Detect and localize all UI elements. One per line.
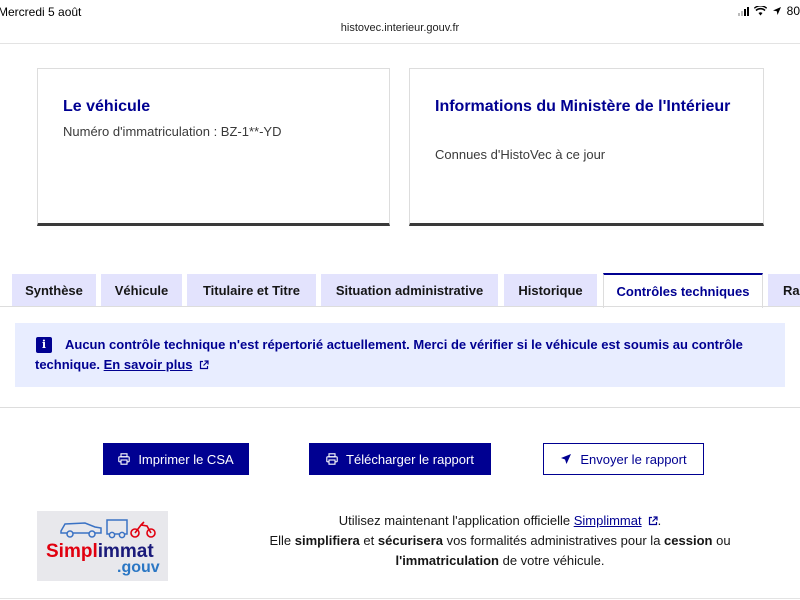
- download-report-button[interactable]: Télécharger le rapport: [309, 443, 491, 475]
- send-report-label: Envoyer le rapport: [580, 451, 687, 467]
- promo-text: ou: [716, 533, 731, 548]
- promo-text: Elle: [269, 533, 292, 548]
- promo-bold: cession: [664, 533, 713, 548]
- vehicle-card: Le véhicule Numéro d'immatriculation : B…: [37, 68, 390, 226]
- logo-gouv: .gouv: [117, 559, 160, 576]
- alert-message: Aucun contrôle technique n'est répertori…: [35, 335, 775, 375]
- status-time: Mercredi 5 août: [0, 5, 82, 19]
- promo-line-2: Elle simplifiera et sécurisera vos forma…: [230, 531, 770, 551]
- printer-icon: [326, 453, 338, 465]
- status-bar: Mercredi 5 août 80: [0, 0, 800, 22]
- tab-titulaire-titre[interactable]: Titulaire et Titre: [187, 274, 316, 307]
- card-title: Le véhicule: [63, 98, 151, 115]
- promo-line-1: Utilisez maintenant l'application offici…: [230, 511, 770, 531]
- send-report-button[interactable]: Envoyer le rapport: [543, 443, 704, 475]
- promo-bold: simplifiera: [294, 533, 360, 548]
- promo-text: de votre véhicule.: [502, 553, 605, 568]
- tab-historique[interactable]: Historique: [504, 274, 597, 307]
- external-link-icon: [199, 360, 209, 370]
- divider: [0, 43, 800, 44]
- print-csa-button[interactable]: Imprimer le CSA: [103, 443, 249, 475]
- vehicles-icon: [60, 519, 156, 539]
- tab-rapport[interactable]: Rap: [768, 274, 800, 307]
- simplimmat-promo: Utilisez maintenant l'application offici…: [230, 511, 770, 571]
- logo-word-red: Simpl: [46, 541, 98, 562]
- tab-situation-administrative[interactable]: Situation administrative: [321, 274, 498, 307]
- learn-more-label: En savoir plus: [103, 357, 193, 372]
- promo-bold: l'immatriculation: [395, 553, 499, 568]
- promo-line-3: l'immatriculation de votre véhicule.: [230, 551, 770, 571]
- external-link-icon: [648, 516, 658, 526]
- ministry-info-card: Informations du Ministère de l'Intérieur…: [409, 68, 764, 226]
- location-icon: [772, 7, 781, 15]
- signal-icon: [737, 6, 749, 16]
- download-report-label: Télécharger le rapport: [346, 451, 474, 467]
- address-bar[interactable]: histovec.interieur.gouv.fr: [0, 22, 800, 42]
- simplimmat-logo[interactable]: Simplimmat .gouv: [37, 511, 168, 581]
- simplimmat-link-label: Simplimmat: [573, 513, 642, 528]
- tab-panel: i Aucun contrôle technique n'est réperto…: [0, 306, 800, 408]
- tab-vehicule[interactable]: Véhicule: [101, 274, 182, 307]
- card-title: Informations du Ministère de l'Intérieur: [435, 98, 731, 115]
- tab-controles-techniques[interactable]: Contrôles techniques: [603, 273, 763, 308]
- tab-bar: Synthèse Véhicule Titulaire et Titre Sit…: [0, 273, 800, 308]
- simplimmat-link[interactable]: Simplimmat: [574, 513, 658, 528]
- promo-text: vos formalités administratives pour la: [446, 533, 661, 548]
- tab-synthese[interactable]: Synthèse: [12, 274, 96, 307]
- card-subtitle: Connues d'HistoVec à ce jour: [435, 147, 606, 162]
- learn-more-link[interactable]: En savoir plus: [104, 357, 209, 372]
- print-csa-label: Imprimer le CSA: [138, 451, 234, 467]
- send-icon: [561, 454, 572, 464]
- battery-level: 80: [786, 4, 800, 18]
- promo-text: .: [657, 513, 662, 528]
- promo-bold: sécurisera: [377, 533, 443, 548]
- printer-icon: [118, 453, 131, 465]
- registration-number: Numéro d'immatriculation : BZ-1**-YD: [63, 124, 282, 139]
- promo-text: et: [363, 533, 375, 548]
- promo-text: Utilisez maintenant l'application offici…: [338, 513, 571, 528]
- divider: [0, 598, 800, 599]
- status-icons: 80: [737, 4, 800, 18]
- wifi-icon: [753, 6, 767, 16]
- info-alert: i Aucun contrôle technique n'est réperto…: [15, 323, 785, 387]
